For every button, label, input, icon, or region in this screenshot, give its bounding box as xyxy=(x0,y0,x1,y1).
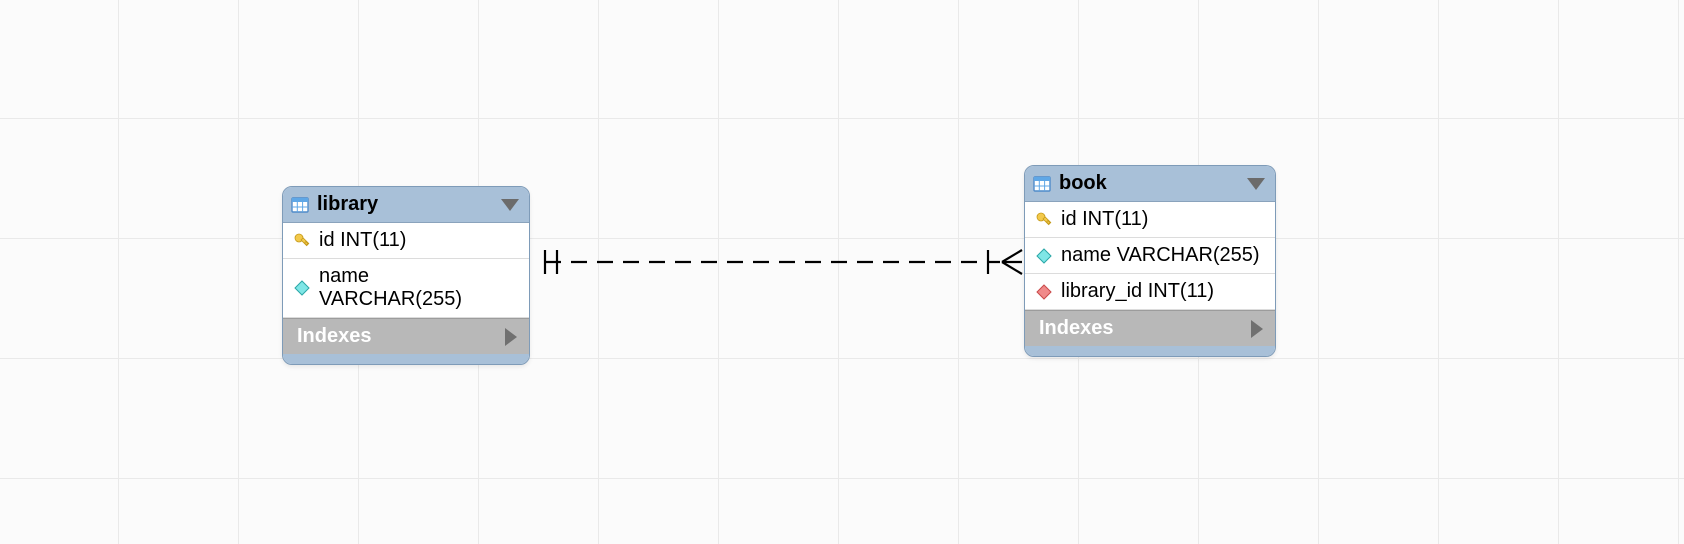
table-icon xyxy=(291,196,309,214)
entity-footer xyxy=(283,354,529,364)
table-icon xyxy=(1033,175,1051,193)
diamond-red-icon xyxy=(1035,283,1053,301)
column-row[interactable]: name VARCHAR(255) xyxy=(1025,238,1275,274)
diamond-cyan-icon xyxy=(1035,247,1053,265)
column-row[interactable]: library_id INT(11) xyxy=(1025,274,1275,310)
entity-footer xyxy=(1025,346,1275,356)
column-row[interactable]: id INT(11) xyxy=(283,223,529,259)
entity-title: book xyxy=(1059,172,1239,195)
entity-title: library xyxy=(317,193,493,216)
expand-icon[interactable] xyxy=(1251,320,1263,338)
indexes-label: Indexes xyxy=(1039,317,1113,340)
collapse-icon[interactable] xyxy=(501,199,519,211)
column-row[interactable]: name VARCHAR(255) xyxy=(283,259,529,318)
column-text: name VARCHAR(255) xyxy=(1061,244,1260,267)
indexes-section[interactable]: Indexes xyxy=(283,318,529,354)
column-text: id INT(11) xyxy=(1061,208,1148,231)
indexes-section[interactable]: Indexes xyxy=(1025,310,1275,346)
entity-header[interactable]: book xyxy=(1025,166,1275,202)
key-icon xyxy=(293,232,311,250)
erd-canvas[interactable]: library id INT(11) name V xyxy=(0,0,1684,544)
column-text: library_id INT(11) xyxy=(1061,280,1214,303)
indexes-label: Indexes xyxy=(297,325,371,348)
collapse-icon[interactable] xyxy=(1247,178,1265,190)
column-row[interactable]: id INT(11) xyxy=(1025,202,1275,238)
column-text: name VARCHAR(255) xyxy=(319,265,517,311)
entity-header[interactable]: library xyxy=(283,187,529,223)
column-text: id INT(11) xyxy=(319,229,406,252)
entity-book[interactable]: book id INT(11) name VARC xyxy=(1024,165,1276,357)
relationship-line xyxy=(0,0,1684,544)
diamond-cyan-icon xyxy=(293,279,311,297)
entity-library[interactable]: library id INT(11) name V xyxy=(282,186,530,365)
expand-icon[interactable] xyxy=(505,328,517,346)
key-icon xyxy=(1035,211,1053,229)
